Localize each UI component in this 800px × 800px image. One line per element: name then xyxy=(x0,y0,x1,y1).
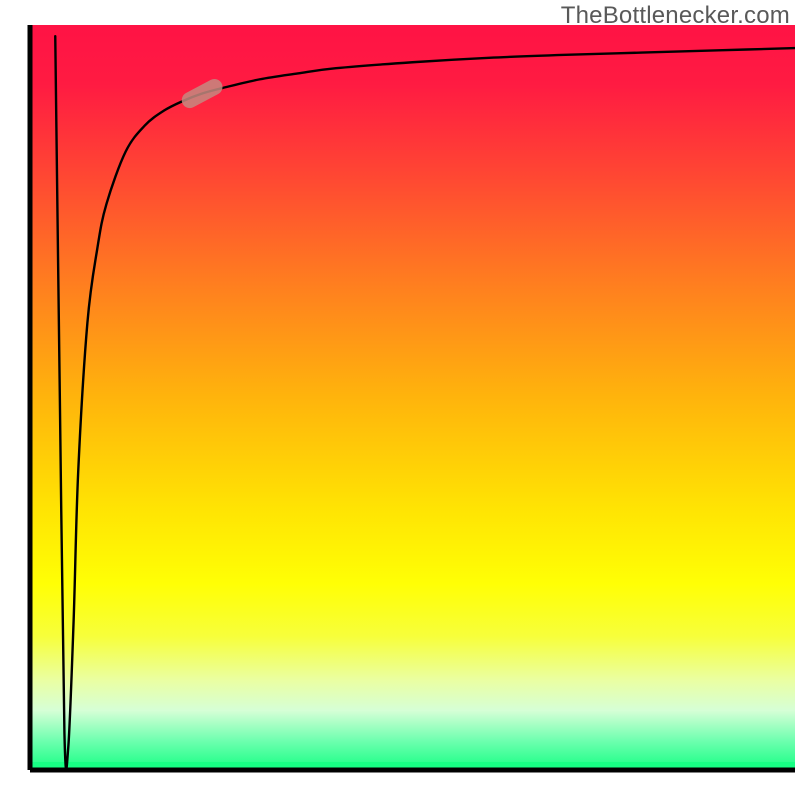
chart-stage: TheBottlenecker.com xyxy=(0,0,800,800)
bottleneck-plot xyxy=(0,0,800,800)
plot-background xyxy=(30,25,795,770)
watermark-text: TheBottlenecker.com xyxy=(561,2,790,30)
